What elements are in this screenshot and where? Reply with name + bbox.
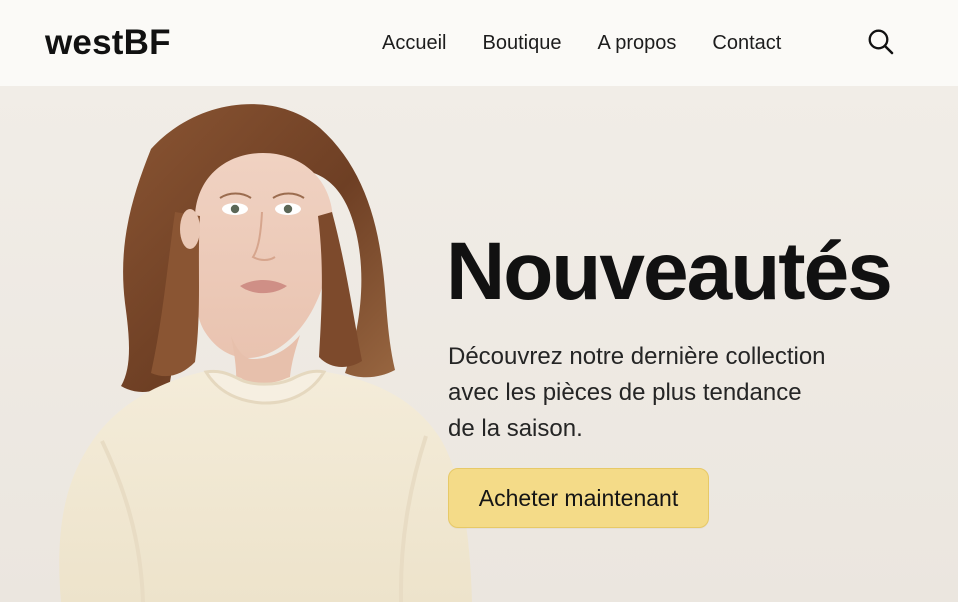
hero-description: Découvrez notre dernière collection avec… [448,339,878,447]
search-icon[interactable] [866,27,896,57]
main-nav: Accueil Boutique A propos Contact [382,29,781,57]
hero-description-line: de la saison. [448,415,583,442]
hero-section: Nouveautés Découvrez notre dernière coll… [0,86,958,602]
page: westBF Accueil Boutique A propos Contact [0,0,958,602]
hero-description-line: Découvrez notre dernière collection [448,343,826,370]
buy-now-button[interactable]: Acheter maintenant [448,468,709,528]
hero-title: Nouveautés [446,226,893,317]
woman-portrait [59,104,472,602]
nav-contact[interactable]: Contact [712,29,781,57]
hero-description-line: avec les pièces de plus tendance [448,379,802,406]
nav-a-propos[interactable]: A propos [597,29,676,57]
nav-accueil[interactable]: Accueil [382,29,446,57]
site-header: westBF Accueil Boutique A propos Contact [0,0,958,87]
brand-logo[interactable]: westBF [45,21,171,65]
nav-boutique[interactable]: Boutique [482,29,561,57]
